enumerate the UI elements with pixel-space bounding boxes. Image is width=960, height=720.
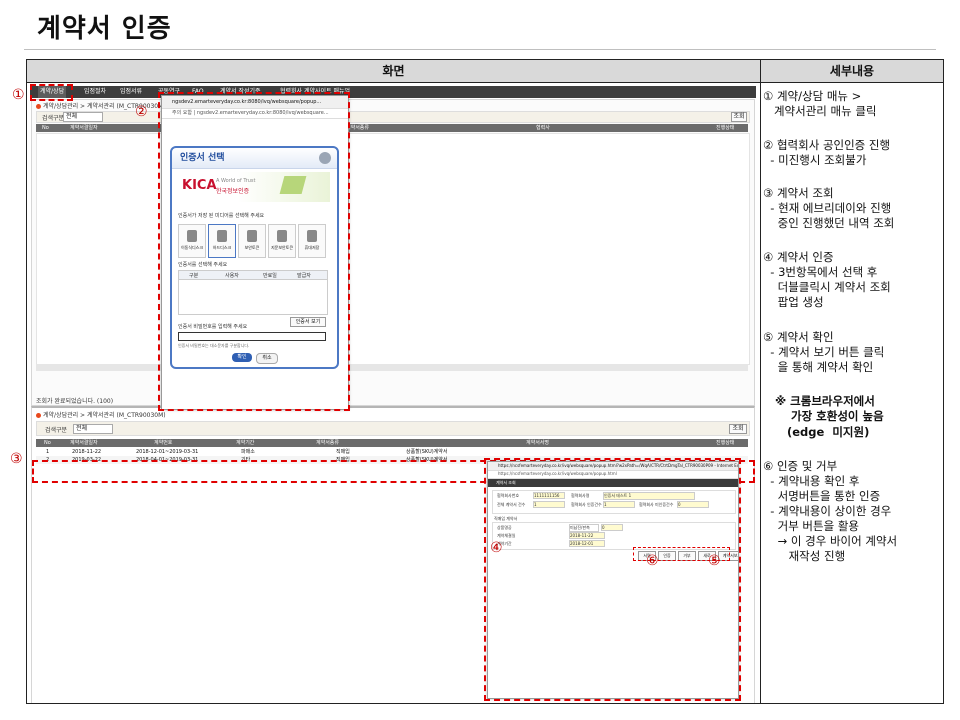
detail-column-header: 세부내용 bbox=[761, 60, 943, 83]
marker-5: ⑤ bbox=[708, 553, 721, 569]
step6-detail-5: → 이 경우 바이어 계약서 bbox=[763, 534, 898, 548]
menu-bar: 계약/상담 입점절차 입점서류 공동연구 FAQ 계약서 작성기준 협력회사 계… bbox=[30, 86, 756, 98]
marker-6: ⑥ bbox=[646, 553, 659, 569]
search-button[interactable]: 조회 bbox=[731, 112, 747, 122]
browser-note-2: 가장 호환성이 높음 bbox=[791, 409, 884, 423]
step3-detail-2: 중인 진행했던 내역 조회 bbox=[763, 216, 895, 230]
status-message: 조회가 완료되었습니다. (100) bbox=[36, 398, 114, 405]
bullet-icon bbox=[36, 104, 41, 109]
screen-column-header: 화면 bbox=[27, 60, 760, 83]
col-period: 계약기간 bbox=[236, 440, 255, 446]
grid-scrollbar[interactable] bbox=[36, 364, 748, 371]
step6-detail-4: 거부 버튼을 활용 bbox=[763, 519, 859, 533]
step3-title: ③ 계약서 조회 bbox=[763, 186, 834, 200]
col-status: 진행상태 bbox=[716, 125, 735, 131]
step5-title: ⑤ 계약서 확인 bbox=[763, 330, 834, 344]
highlight-contract-popup bbox=[484, 458, 741, 701]
browser-note-1: ※ 크롬브라우저에서 bbox=[775, 394, 875, 408]
content-table: 화면 세부내용 계약/상담 입점절차 입점서류 공동연구 FAQ 계약서 작성기… bbox=[26, 59, 944, 704]
col-date: 계약서결일자 bbox=[70, 440, 98, 446]
step3-detail-1: - 현재 에브리데이와 진행 bbox=[763, 201, 892, 215]
col-status: 진행상태 bbox=[716, 440, 735, 446]
title-divider bbox=[24, 49, 936, 50]
step6-detail-2: 서명버튼을 통한 인증 bbox=[763, 489, 881, 503]
search-bar-bottom: 검색구분 전체 조회 bbox=[36, 421, 750, 436]
grid-header-bottom: No 계약서결일자 계약번호 계약기간 계약서종류 계약서서명 진행상태 bbox=[36, 439, 748, 447]
marker-2: ② bbox=[135, 104, 148, 120]
step6-detail-3: - 계약내용이 상이한 경우 bbox=[763, 504, 892, 518]
search-select[interactable]: 전체 bbox=[63, 112, 103, 122]
step4-detail-3: 팝업 생성 bbox=[763, 295, 824, 309]
search-button[interactable]: 조회 bbox=[729, 424, 747, 434]
breadcrumb-bottom: 계약/상담관리 > 계약서관리 (M_CTR90030M) bbox=[36, 410, 166, 419]
screenshot-area: 계약/상담 입점절차 입점서류 공동연구 FAQ 계약서 작성기준 협력회사 계… bbox=[27, 83, 760, 703]
step6-title: ⑥ 인증 및 거부 bbox=[763, 459, 838, 473]
step4-detail-1: - 3번항목에서 선택 후 bbox=[763, 265, 878, 279]
col-date: 계약서결일자 bbox=[70, 125, 98, 131]
step5-detail-2: 을 통해 계약서 확인 bbox=[763, 360, 874, 374]
col-partner: 협력사 bbox=[536, 125, 550, 131]
bullet-icon bbox=[36, 413, 41, 418]
step4-detail-2: 더블클릭시 계약서 조회 bbox=[763, 280, 891, 294]
grid-body-top bbox=[36, 133, 750, 365]
search-select[interactable]: 전체 bbox=[73, 424, 113, 434]
table-row[interactable]: 1 2018-11-22 2018-12-01~2019-03-31 파매소 직… bbox=[36, 448, 748, 456]
page-title: 계약서 인증 bbox=[37, 14, 172, 44]
grid-header-top: No 계약서결일자 계약서종류 협력사 진행상태 bbox=[36, 124, 748, 132]
step2-title: ② 협력회사 공인인증 진행 bbox=[763, 138, 891, 152]
step1-title: ① 계약/상담 매뉴 > bbox=[763, 89, 862, 103]
col-sign: 계약서서명 bbox=[526, 440, 550, 446]
search-label: 검색구분 bbox=[45, 427, 68, 434]
step6-detail-1: - 계약내용 확인 후 bbox=[763, 474, 860, 488]
top-panel: 계약/상담관리 > 계약서관리 (M_CTR90030M) 검색구분 전체 조회… bbox=[31, 99, 755, 406]
col-contract-no: 계약번호 bbox=[154, 440, 173, 446]
highlight-menu bbox=[30, 84, 73, 101]
highlight-cert-popup bbox=[158, 92, 350, 411]
search-label: 검색구분 bbox=[42, 115, 65, 122]
col-type: 계약서종류 bbox=[316, 440, 340, 446]
col-no: No bbox=[44, 440, 51, 446]
browser-note-3: (edge 미지원) bbox=[787, 425, 870, 439]
marker-3: ③ bbox=[10, 451, 23, 467]
step2-detail: - 미진행시 조회불가 bbox=[763, 153, 867, 167]
step6-detail-6: 재작성 진행 bbox=[763, 549, 846, 563]
detail-column: ① 계약/상담 매뉴 > 계약서관리 매뉴 클릭 ② 협력회사 공인인증 진행 … bbox=[761, 83, 943, 703]
step4-title: ④ 계약서 인증 bbox=[763, 250, 834, 264]
col-no: No bbox=[42, 125, 49, 131]
step5-detail-1: - 계약서 보기 버튼 클릭 bbox=[763, 345, 885, 359]
marker-4: ④ bbox=[490, 540, 503, 556]
step1-detail: 계약서관리 매뉴 클릭 bbox=[763, 104, 877, 118]
menu-item-entry-docs[interactable]: 입점서류 bbox=[120, 86, 142, 98]
menu-item-entry-procedure[interactable]: 입점절차 bbox=[84, 86, 106, 98]
marker-1: ① bbox=[12, 87, 25, 103]
